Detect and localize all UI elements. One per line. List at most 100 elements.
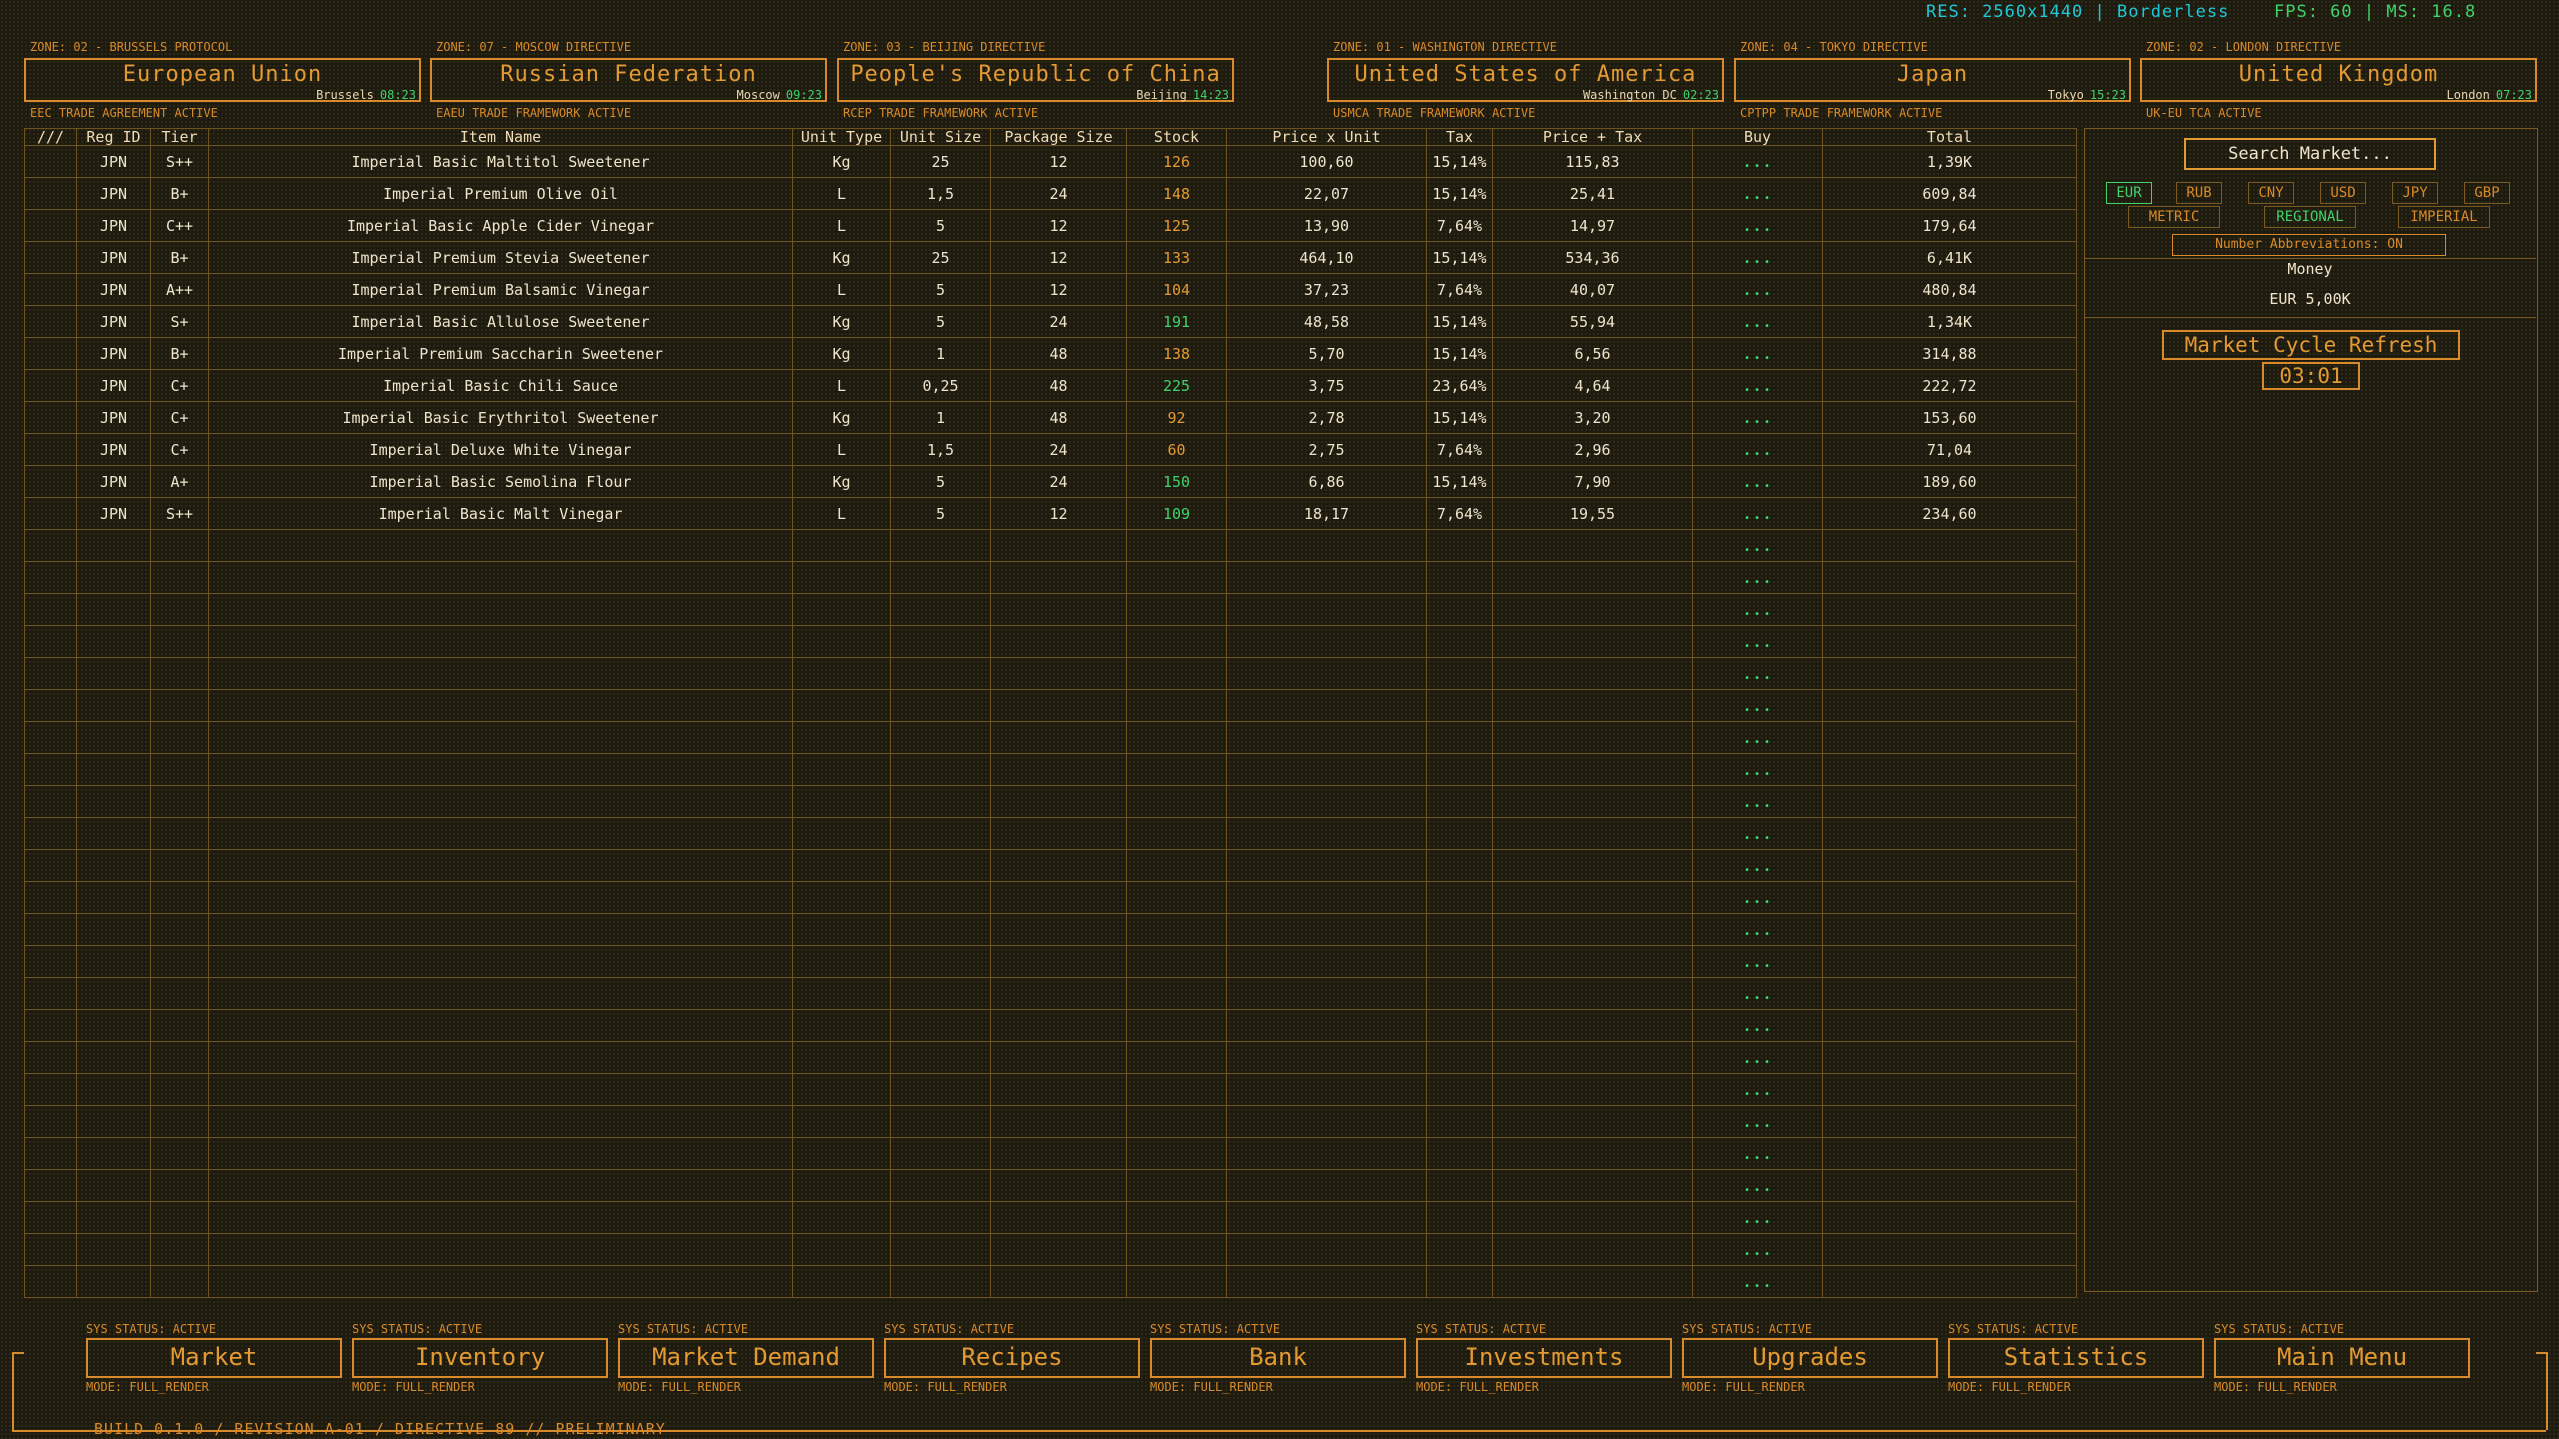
column-header[interactable]: Price x Unit [1226,128,1427,146]
column-header[interactable]: Item Name [208,128,793,146]
buy-button[interactable]: ... [1692,369,1823,402]
empty-cell [890,1041,991,1074]
frame-corner-right [2536,1352,2548,1430]
buy-button[interactable]: ... [1692,945,1823,978]
buy-button[interactable]: ... [1692,625,1823,658]
column-header[interactable]: Tier [150,128,209,146]
package-size-cell: 48 [990,369,1127,402]
empty-cell [1226,529,1427,562]
empty-cell [76,529,151,562]
empty-cell [890,593,991,626]
nav-inventory-button[interactable]: Inventory [352,1338,608,1378]
buy-button[interactable]: ... [1692,1169,1823,1202]
search-input[interactable]: Search Market... [2184,138,2436,170]
buy-button[interactable]: ... [1692,913,1823,946]
frame-corner-left [12,1352,24,1430]
table-row[interactable]: JPN A+ Imperial Basic Semolina Flour Kg 5 24 1… [24,465,2077,498]
column-header[interactable]: /// [24,128,77,146]
currency-cny-button[interactable]: CNY [2248,182,2294,204]
currency-jpy-button[interactable]: JPY [2392,182,2438,204]
buy-button[interactable]: ... [1692,401,1823,434]
currency-gbp-button[interactable]: GBP [2464,182,2510,204]
currency-eur-button[interactable]: EUR [2106,182,2152,204]
buy-button[interactable]: ... [1692,497,1823,530]
buy-button[interactable]: ... [1692,209,1823,242]
buy-button[interactable]: ... [1692,465,1823,498]
empty-cell [1822,721,2077,754]
column-header[interactable]: Unit Size [890,128,991,146]
table-row[interactable]: JPN S+ Imperial Basic Allulose Sweetener Kg… [24,305,2077,338]
empty-cell [990,657,1127,690]
column-header[interactable]: Reg ID [76,128,151,146]
buy-button[interactable]: ... [1692,337,1823,370]
buy-button[interactable]: ... [1692,1041,1823,1074]
column-header[interactable]: Buy [1692,128,1823,146]
buy-button[interactable]: ... [1692,1073,1823,1106]
unit-regional-button[interactable]: REGIONAL [2264,206,2356,228]
nav-market-button[interactable]: Market [86,1338,342,1378]
buy-button[interactable]: ... [1692,689,1823,722]
price-cell: 13,90 [1226,209,1427,242]
buy-button[interactable]: ... [1692,721,1823,754]
buy-button[interactable]: ... [1692,241,1823,274]
buy-button[interactable]: ... [1692,657,1823,690]
buy-button[interactable]: ... [1692,1265,1823,1298]
column-header[interactable]: Stock [1126,128,1227,146]
nav-market-demand-button[interactable]: Market Demand [618,1338,874,1378]
buy-button[interactable]: ... [1692,273,1823,306]
buy-button[interactable]: ... [1692,433,1823,466]
unit-size-cell: 5 [890,497,991,530]
buy-button[interactable]: ... [1692,529,1823,562]
table-row[interactable]: JPN A++ Imperial Premium Balsamic Vinegar L… [24,273,2077,306]
buy-button[interactable]: ... [1692,881,1823,914]
empty-cell [208,881,793,914]
nav-investments-button[interactable]: Investments [1416,1338,1672,1378]
table-row[interactable]: JPN B+ Imperial Premium Olive Oil L 1,5 24 148… [24,177,2077,210]
empty-row: ... [24,945,2077,978]
column-header[interactable]: Tax [1426,128,1493,146]
empty-cell [76,689,151,722]
table-row[interactable]: JPN C+ Imperial Deluxe White Vinegar L 1,5 24… [24,433,2077,466]
buy-button[interactable]: ... [1692,1009,1823,1042]
total-cell: 6,41K [1822,241,2077,274]
buy-button[interactable]: ... [1692,593,1823,626]
buy-button[interactable]: ... [1692,977,1823,1010]
nav-main-menu-button[interactable]: Main Menu [2214,1338,2470,1378]
buy-button[interactable]: ... [1692,561,1823,594]
table-row[interactable]: JPN B+ Imperial Premium Saccharin Sweetene… [24,337,2077,370]
table-row[interactable]: JPN S++ Imperial Basic Maltitol Sweetener K… [24,145,2077,178]
price-cell: 464,10 [1226,241,1427,274]
table-row[interactable]: JPN C+ Imperial Basic Chili Sauce L 0,25 48 22… [24,369,2077,402]
table-row[interactable]: JPN C++ Imperial Basic Apple Cider Vinegar… [24,209,2077,242]
nav-recipes-button[interactable]: Recipes [884,1338,1140,1378]
empty-cell [1822,753,2077,786]
table-row[interactable]: JPN B+ Imperial Premium Stevia Sweetener Kg… [24,241,2077,274]
buy-button[interactable]: ... [1692,145,1823,178]
column-header[interactable]: Package Size [990,128,1127,146]
total-cell: 1,39K [1822,145,2077,178]
column-header[interactable]: Total [1822,128,2077,146]
buy-button[interactable]: ... [1692,1233,1823,1266]
table-row[interactable]: JPN S++ Imperial Basic Malt Vinegar L 5 12 109… [24,497,2077,530]
table-row[interactable]: JPN C+ Imperial Basic Erythritol Sweetener… [24,401,2077,434]
currency-rub-button[interactable]: RUB [2176,182,2222,204]
buy-button[interactable]: ... [1692,753,1823,786]
nav-bank-button[interactable]: Bank [1150,1338,1406,1378]
buy-button[interactable]: ... [1692,305,1823,338]
buy-button[interactable]: ... [1692,817,1823,850]
empty-cell [1226,593,1427,626]
buy-button[interactable]: ... [1692,785,1823,818]
unit-imperial-button[interactable]: IMPERIAL [2398,206,2490,228]
nav-statistics-button[interactable]: Statistics [1948,1338,2204,1378]
column-header[interactable]: Price + Tax [1492,128,1693,146]
buy-button[interactable]: ... [1692,1201,1823,1234]
abbreviation-toggle[interactable]: Number Abbreviations: ON [2172,234,2446,256]
currency-usd-button[interactable]: USD [2320,182,2366,204]
unit-metric-button[interactable]: METRIC [2128,206,2220,228]
buy-button[interactable]: ... [1692,1137,1823,1170]
nav-upgrades-button[interactable]: Upgrades [1682,1338,1938,1378]
buy-button[interactable]: ... [1692,849,1823,882]
buy-button[interactable]: ... [1692,177,1823,210]
buy-button[interactable]: ... [1692,1105,1823,1138]
column-header[interactable]: Unit Type [792,128,891,146]
